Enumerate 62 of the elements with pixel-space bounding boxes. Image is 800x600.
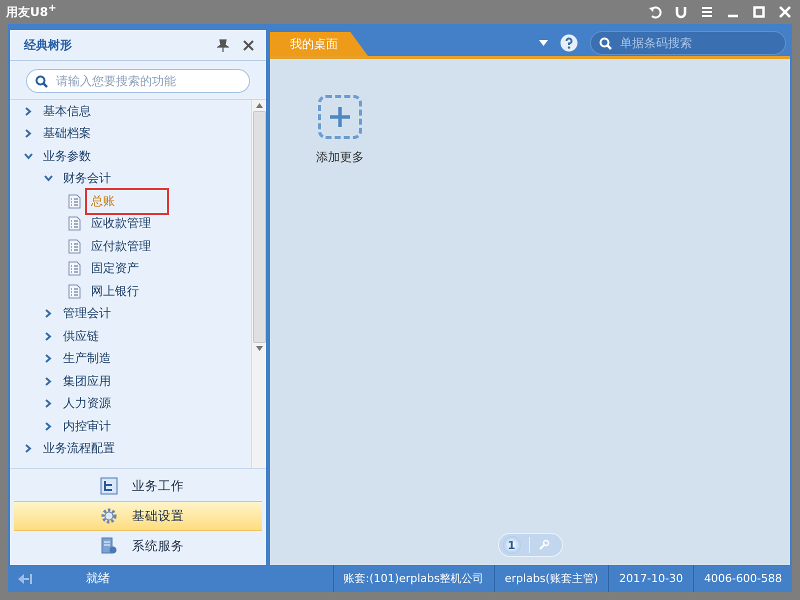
document-icon: [68, 194, 81, 209]
pin-icon[interactable]: [217, 38, 229, 52]
tree-item[interactable]: 业务流程配置: [41, 439, 117, 458]
tree-item[interactable]: 财务会计: [61, 169, 113, 188]
document-icon: [68, 261, 81, 276]
tree-item[interactable]: 人力资源: [61, 394, 113, 414]
status-field: erplabs(账套主管): [494, 565, 608, 592]
status-field: 账套:(101)erplabs整机公司: [332, 565, 494, 592]
nav-item[interactable]: 业务工作: [14, 472, 262, 500]
window-title: 用友U8$^{+}$: [6, 3, 56, 21]
expand-right-icon[interactable]: [44, 399, 53, 408]
search-icon: [599, 36, 612, 50]
expand-down-icon[interactable]: [24, 152, 33, 161]
expand-right-icon[interactable]: [44, 422, 53, 431]
tree-item[interactable]: 基础档案: [41, 124, 93, 144]
tree-item[interactable]: 业务参数: [41, 146, 93, 166]
status-field: 2017-10-30: [608, 565, 694, 592]
tree-item[interactable]: 供应链: [61, 326, 101, 346]
status-field: 4006-600-588: [693, 565, 792, 592]
expand-right-icon[interactable]: [24, 106, 33, 116]
expand-right-icon[interactable]: [24, 129, 33, 138]
tree-item[interactable]: 集团应用: [61, 372, 113, 391]
add-more-label: 添加更多: [316, 149, 364, 166]
close-icon[interactable]: [243, 40, 254, 50]
tree-item[interactable]: 固定资产: [89, 259, 141, 278]
search-field[interactable]: 请输入您要搜索的功能: [26, 69, 250, 93]
tree-item[interactable]: 应付款管理: [89, 236, 153, 256]
help-icon[interactable]: [560, 34, 578, 52]
gear-icon: [100, 507, 118, 525]
plus-icon: [330, 107, 350, 127]
nav-item[interactable]: 基础设置: [14, 501, 262, 531]
nav-item[interactable]: 系统服务: [14, 532, 262, 560]
tree-item[interactable]: 基本信息: [41, 102, 93, 121]
panel-title: 经典树形: [24, 36, 73, 54]
expand-right-icon[interactable]: [44, 332, 53, 341]
search-icon: [35, 74, 48, 88]
refresh-icon[interactable]: [648, 5, 662, 19]
document-icon: [68, 284, 81, 299]
expand-right-icon[interactable]: [24, 444, 33, 454]
dropdown-caret-icon[interactable]: [539, 40, 548, 46]
search-field[interactable]: 单据条码搜索: [590, 31, 786, 55]
page-button[interactable]: 1: [502, 536, 520, 554]
tree-structure-icon: [100, 477, 118, 495]
expand-right-icon[interactable]: [44, 376, 53, 386]
expand-right-icon[interactable]: [44, 354, 53, 364]
tree-item[interactable]: 内控审计: [61, 416, 113, 436]
scroll-up-icon[interactable]: [256, 103, 262, 108]
document-icon: [68, 216, 81, 232]
add-button[interactable]: [318, 95, 362, 139]
tree-item[interactable]: 应收款管理: [89, 214, 153, 234]
tree-item[interactable]: 管理会计: [61, 304, 113, 324]
magnet-icon[interactable]: [674, 5, 688, 19]
maximize-icon[interactable]: [752, 5, 766, 19]
expand-down-icon[interactable]: [44, 174, 53, 184]
status-text: 就绪: [86, 570, 110, 587]
tree-item[interactable]: 网上银行: [89, 282, 141, 301]
document-icon: [68, 238, 81, 254]
scroll-down-icon[interactable]: [256, 346, 262, 351]
expand-right-icon[interactable]: [44, 309, 53, 318]
tree-item[interactable]: 生产制造: [61, 349, 113, 368]
menu-icon[interactable]: [700, 5, 714, 19]
scrollbar[interactable]: [251, 100, 266, 468]
